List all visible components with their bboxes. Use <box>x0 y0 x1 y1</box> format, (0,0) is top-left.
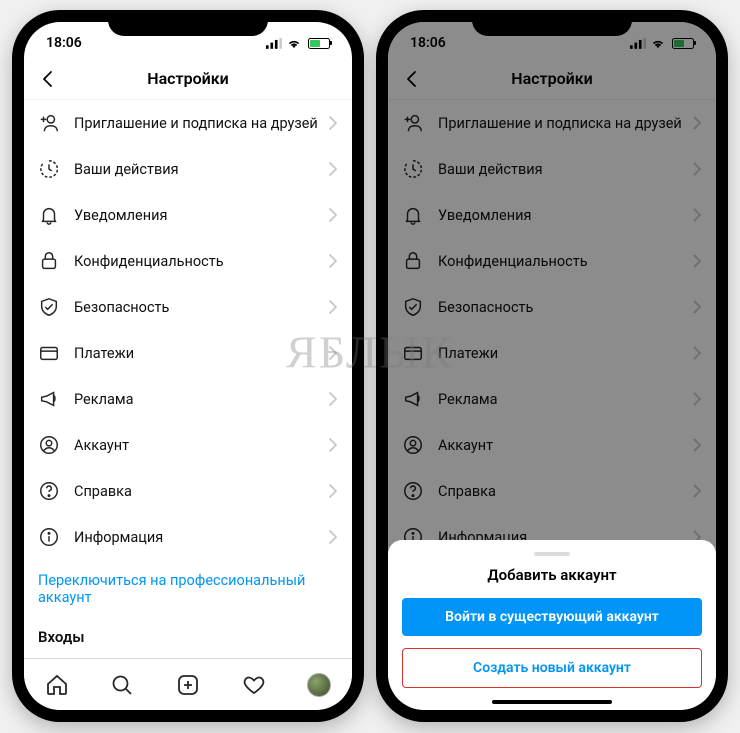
row-label: Справка <box>74 483 328 500</box>
row-invite-friends[interactable]: Приглашение и подписка на друзей <box>24 100 352 146</box>
login-existing-button[interactable]: Войти в существующий аккаунт <box>402 598 702 636</box>
tab-new-post[interactable] <box>176 673 200 697</box>
row-privacy[interactable]: Конфиденциальность <box>24 238 352 284</box>
status-time: 18:06 <box>46 35 82 51</box>
sheet-grabber[interactable] <box>534 552 570 556</box>
battery-icon <box>308 38 330 49</box>
row-help[interactable]: Справка <box>24 468 352 514</box>
account-icon <box>38 434 64 456</box>
chevron-right-icon <box>328 392 338 406</box>
row-label: Уведомления <box>74 207 328 224</box>
row-payments[interactable]: Платежи <box>24 330 352 376</box>
megaphone-icon <box>38 388 64 410</box>
wifi-icon <box>286 38 302 49</box>
tab-bar <box>24 658 352 710</box>
chevron-right-icon <box>328 438 338 452</box>
back-chevron-icon <box>38 69 58 89</box>
add-account-sheet: Добавить аккаунт Войти в существующий ак… <box>388 540 716 710</box>
chevron-right-icon <box>328 254 338 268</box>
chevron-right-icon <box>328 346 338 360</box>
lock-icon <box>38 250 64 272</box>
row-label: Приглашение и подписка на друзей <box>74 115 328 132</box>
row-label: Безопасность <box>74 299 328 316</box>
phone-right: 18:06 Настройки Приглашение и подписка н… <box>376 10 728 722</box>
screen-left: 18:06 Настройки Приглашение и подписка н… <box>24 22 352 710</box>
help-icon <box>38 480 64 502</box>
row-label: Аккаунт <box>74 437 328 454</box>
row-about[interactable]: Информация <box>24 514 352 560</box>
row-your-activity[interactable]: Ваши действия <box>24 146 352 192</box>
chevron-right-icon <box>328 530 338 544</box>
notch <box>472 10 632 36</box>
phone-left: 18:06 Настройки Приглашение и подписка н… <box>12 10 364 722</box>
header: Настройки <box>24 58 352 100</box>
info-icon <box>38 526 64 548</box>
logins-section-title: Входы <box>24 618 352 652</box>
row-label: Конфиденциальность <box>74 253 328 270</box>
shield-icon <box>38 296 64 318</box>
settings-list: Приглашение и подписка на друзей Ваши де… <box>24 100 352 710</box>
row-notifications[interactable]: Уведомления <box>24 192 352 238</box>
activity-icon <box>38 158 64 180</box>
chevron-right-icon <box>328 300 338 314</box>
tab-profile[interactable] <box>307 673 331 697</box>
chevron-right-icon <box>328 162 338 176</box>
bell-icon <box>38 204 64 226</box>
card-icon <box>38 342 64 364</box>
tab-activity[interactable] <box>242 673 266 697</box>
heart-icon <box>242 673 266 697</box>
tab-search[interactable] <box>110 673 134 697</box>
row-label: Реклама <box>74 391 328 408</box>
page-title: Настройки <box>147 69 229 88</box>
tab-home[interactable] <box>45 673 69 697</box>
chevron-right-icon <box>328 484 338 498</box>
screen-right: 18:06 Настройки Приглашение и подписка н… <box>388 22 716 710</box>
row-security[interactable]: Безопасность <box>24 284 352 330</box>
row-label: Информация <box>74 529 328 546</box>
switch-to-professional-link[interactable]: Переключиться на профессиональный аккаун… <box>24 560 352 618</box>
cellular-icon <box>266 38 282 49</box>
sheet-title: Добавить аккаунт <box>402 566 702 598</box>
row-label: Платежи <box>74 345 328 362</box>
avatar-icon <box>307 673 331 697</box>
create-new-account-button[interactable]: Создать новый аккаунт <box>402 648 702 688</box>
row-account[interactable]: Аккаунт <box>24 422 352 468</box>
notch <box>108 10 268 36</box>
plus-square-icon <box>176 673 200 697</box>
row-label: Ваши действия <box>74 161 328 178</box>
chevron-right-icon <box>328 208 338 222</box>
back-button[interactable] <box>38 69 58 89</box>
home-indicator[interactable] <box>492 700 612 704</box>
chevron-right-icon <box>328 116 338 130</box>
status-indicators <box>266 38 330 49</box>
search-icon <box>110 673 134 697</box>
invite-icon <box>38 112 64 134</box>
home-icon <box>45 673 69 697</box>
row-ads[interactable]: Реклама <box>24 376 352 422</box>
